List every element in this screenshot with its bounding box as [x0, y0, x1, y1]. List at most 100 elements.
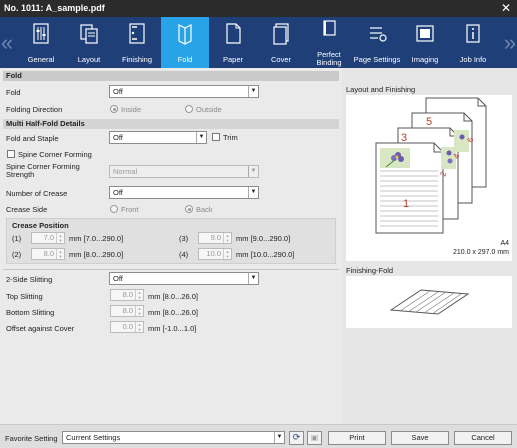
tab-job-info[interactable]: Job Info — [449, 17, 497, 68]
bottom-slitting-range: mm [8.0...26.0] — [148, 308, 199, 317]
top-slitting-value: 8.0 — [122, 290, 133, 299]
tab-imaging[interactable]: Imaging — [401, 17, 449, 68]
close-icon[interactable]: ✕ — [501, 1, 511, 15]
crease-3-value: 9.0 — [210, 233, 221, 242]
front-radio[interactable] — [110, 205, 118, 213]
tab-layout[interactable]: Layout — [65, 17, 113, 68]
tab-page-settings[interactable]: Page Settings — [353, 17, 401, 68]
fold-preview — [346, 276, 512, 328]
bottom-slitting-value: 8.0 — [122, 306, 133, 315]
spine-strength-label: Spine Corner Forming Strength — [6, 162, 80, 179]
bottom-slitting-input[interactable]: 8.0 ▲ ▼ — [110, 305, 144, 317]
save-button[interactable]: Save — [391, 431, 449, 445]
back-radio[interactable] — [185, 205, 193, 213]
spine-strength-select[interactable]: Normal ▼ — [109, 165, 259, 178]
print-button[interactable]: Print — [328, 431, 386, 445]
crease-2-value: 8.0 — [43, 249, 54, 258]
job-info-icon — [466, 24, 480, 43]
crease-4-input[interactable]: 10.0 ▲ ▼ — [198, 248, 232, 260]
offset-against-cover-input[interactable]: 0.0 ▲ ▼ — [110, 321, 144, 333]
inside-radio-label: Inside — [121, 105, 142, 114]
folded-sheet-illustration — [389, 289, 470, 315]
save-favorite-icon[interactable]: ▣ — [307, 431, 322, 445]
refresh-icon[interactable]: ⟳ — [289, 431, 304, 445]
chevron-down-icon: ▼ — [196, 132, 206, 143]
crease-range: mm [9.0...290.0] — [236, 234, 291, 243]
offset-against-cover-range: mm [-1.0...1.0] — [148, 324, 197, 333]
fold-and-staple-label: Fold and Staple — [6, 134, 59, 143]
chevron-down-icon: ▼ — [274, 432, 284, 443]
tab-general[interactable]: General — [17, 17, 65, 68]
layout-finishing-title: Layout and Finishing — [346, 85, 416, 94]
spinner-icon[interactable]: ▲ ▼ — [135, 322, 143, 332]
stacked-pages-illustration: 1 2 3 4 5 6 — [375, 97, 487, 234]
fold-icon — [178, 24, 192, 45]
tab-cover[interactable]: Cover — [257, 17, 305, 68]
outside-radio[interactable] — [185, 105, 193, 113]
footer-bar: Favorite Setting Current Settings ▼ ⟳ ▣ P… — [0, 424, 517, 448]
tab-label: Layout — [77, 55, 101, 64]
tab-label: Perfect Binding — [316, 50, 342, 67]
back-radio-label: Back — [196, 205, 213, 214]
chevron-down-icon: ▼ — [248, 166, 258, 177]
paper-name: A4 — [500, 240, 509, 247]
number-of-crease-select[interactable]: Off ▼ — [109, 186, 259, 199]
outside-radio-label: Outside — [196, 105, 222, 114]
top-slitting-input[interactable]: 8.0 ▲ ▼ — [110, 289, 144, 301]
inside-radio[interactable] — [110, 105, 118, 113]
fold-settings-pane: Fold Fold Off ▼ Folding Direction Inside … — [0, 68, 342, 424]
trim-checkbox[interactable] — [212, 133, 220, 141]
fold-label: Fold — [6, 88, 21, 97]
crease-1-input[interactable]: 7.0 ▲ ▼ — [31, 232, 65, 244]
tab-label: Job Info — [459, 55, 487, 64]
crease-index: (2) — [12, 250, 22, 259]
fold-and-staple-select[interactable]: Off ▼ — [109, 131, 207, 144]
tab-label: Imaging — [411, 55, 439, 64]
chevron-down-icon: ▼ — [248, 187, 258, 198]
favorite-setting-value: Current Settings — [66, 433, 121, 442]
spinner-icon[interactable]: ▲ ▼ — [223, 233, 231, 243]
bottom-slitting-label: Bottom Slitting — [6, 308, 55, 317]
flower-image — [380, 148, 410, 168]
spinner-icon[interactable]: ▲ ▼ — [135, 306, 143, 316]
folding-direction-label: Folding Direction — [6, 105, 63, 114]
spinner-icon[interactable]: ▲ ▼ — [135, 290, 143, 300]
crease-3-input[interactable]: 9.0 ▲ ▼ — [198, 232, 232, 244]
fold-select[interactable]: Off ▼ — [109, 85, 259, 98]
scroll-right-icon[interactable]: » — [503, 17, 517, 68]
spine-strength-value: Normal — [113, 167, 138, 176]
front-radio-label: Front — [121, 205, 139, 214]
multi-half-fold-header: Multi Half-Fold Details — [3, 119, 339, 129]
spinner-icon[interactable]: ▲ ▼ — [223, 249, 231, 259]
tab-label: Page Settings — [353, 55, 401, 64]
tab-perfect-binding[interactable]: Perfect Binding — [305, 17, 353, 68]
crease-index: (3) — [179, 234, 189, 243]
tab-fold[interactable]: Fold — [161, 17, 209, 68]
tab-paper[interactable]: Paper — [209, 17, 257, 68]
tab-label: Cover — [270, 55, 291, 64]
spine-corner-forming-label: Spine Corner Forming — [18, 150, 92, 159]
preview-pane: Layout and Finishing 1 2 3 4 5 6 A4 210.… — [342, 68, 517, 424]
crease-2-input[interactable]: 8.0 ▲ ▼ — [31, 248, 65, 260]
crease-1-value: 7.0 — [43, 233, 54, 242]
two-side-slitting-select[interactable]: Off ▼ — [109, 272, 259, 285]
favorite-setting-select[interactable]: Current Settings ▼ — [62, 431, 285, 444]
favorite-setting-label: Favorite Setting — [5, 434, 58, 443]
fold-and-staple-value: Off — [113, 133, 123, 142]
top-slitting-range: mm [8.0...26.0] — [148, 292, 199, 301]
tab-finishing[interactable]: Finishing — [113, 17, 161, 68]
window-title: No. 1011: A_sample.pdf — [4, 3, 105, 13]
crease-index: (4) — [179, 250, 189, 259]
two-side-slitting-label: 2-Side Slitting — [6, 275, 53, 284]
crease-index: (1) — [12, 234, 22, 243]
spinner-icon[interactable]: ▲ ▼ — [56, 233, 64, 243]
trim-label: Trim — [223, 133, 238, 142]
crease-4-value: 10.0 — [206, 249, 221, 258]
scroll-left-icon[interactable]: « — [0, 17, 14, 68]
crease-range: mm [7.0...290.0] — [69, 234, 124, 243]
crease-range: mm [8.0...290.0] — [69, 250, 124, 259]
cancel-button[interactable]: Cancel — [454, 431, 512, 445]
spinner-icon[interactable]: ▲ ▼ — [56, 249, 64, 259]
crease-position-title: Crease Position — [12, 221, 69, 230]
spine-corner-forming-checkbox[interactable] — [7, 150, 15, 158]
